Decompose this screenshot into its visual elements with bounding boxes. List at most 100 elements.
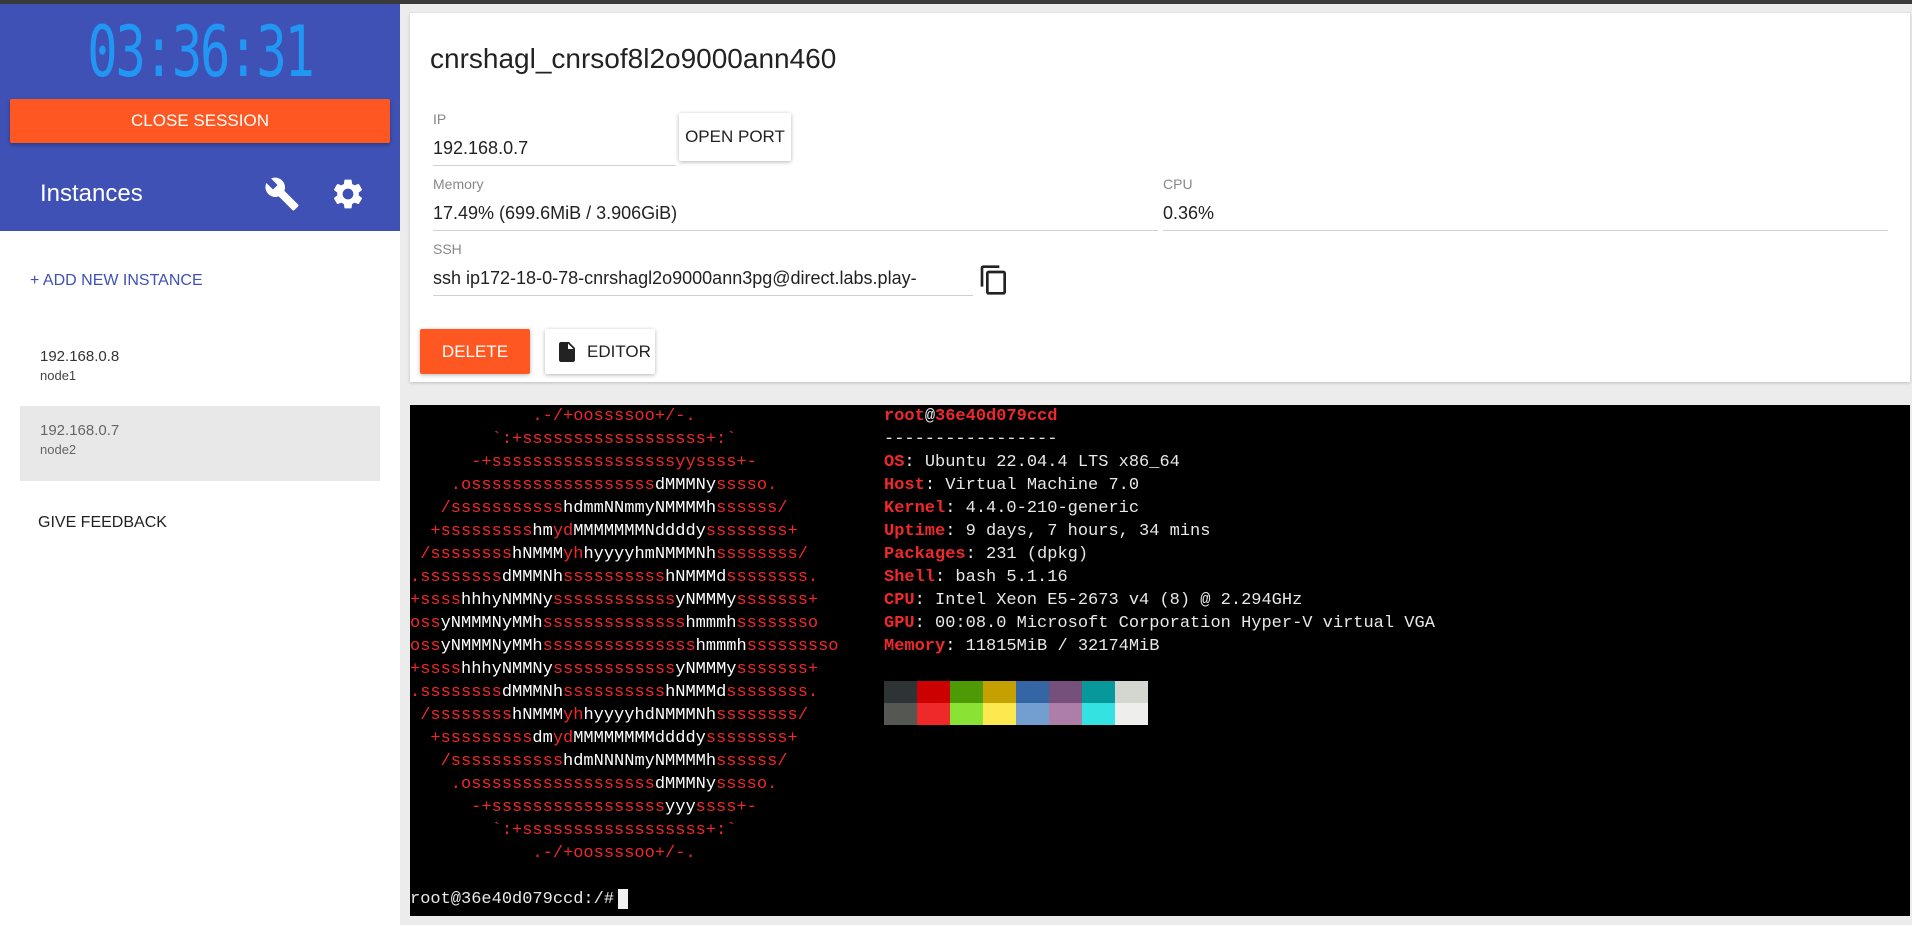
session-timer: 03:36:31 <box>87 11 315 93</box>
ssh-field[interactable]: ssh ip172-18-0-78-cnrshagl2o9000ann3pg@d… <box>433 268 973 296</box>
ascii-segment: yyy <box>665 798 696 817</box>
ascii-segment: yNMMMy <box>675 660 737 679</box>
editor-button[interactable]: EDITOR <box>545 329 655 374</box>
color-swatch <box>983 703 1016 725</box>
gear-icon[interactable] <box>330 176 366 212</box>
ascii-segment: yNMMMNyMMh <box>440 614 543 633</box>
ascii-segment: yd <box>552 729 574 748</box>
ascii-segment: .-/+oossssoo+/-. <box>410 407 696 426</box>
ascii-segment: /sssssssssss <box>410 499 564 518</box>
sidebar: 03:36:31 CLOSE SESSION Instances + ADD N… <box>0 4 400 925</box>
ascii-line: .-/+oossssoo+/-. <box>410 405 839 428</box>
info-value: 00:08.0 Microsoft Corporation Hyper-V vi… <box>935 614 1435 633</box>
ascii-segment: ssss+- <box>695 798 757 817</box>
ascii-segment: +sssssssss <box>410 729 533 748</box>
ascii-segment: hNMMM <box>512 545 564 564</box>
info-colon: : <box>924 476 946 495</box>
info-colon: : <box>914 591 936 610</box>
ascii-segment: ssssssso <box>736 614 819 633</box>
file-icon <box>555 339 579 370</box>
instance-item-node1[interactable]: 192.168.0.8 node1 <box>20 332 380 407</box>
ascii-line: +sssshhhyNMMNyssssssssssssyNMMMysssssss+ <box>410 589 839 612</box>
info-key: Kernel <box>884 499 946 518</box>
delete-button[interactable]: DELETE <box>420 329 530 374</box>
ascii-segment: .-/+oossssoo+/-. <box>410 844 696 863</box>
ascii-segment: hNMMMd <box>665 683 727 702</box>
ascii-segment: .ssssssss <box>410 683 502 702</box>
ssh-label: SSH <box>433 241 462 257</box>
info-key: Uptime <box>884 522 946 541</box>
ascii-segment: ssssssssss <box>563 683 666 702</box>
user-name: root <box>884 407 925 426</box>
give-feedback-link[interactable]: GIVE FEEDBACK <box>38 514 167 532</box>
ascii-line: ossyNMMMNyMMhsssssssssssssshmmmhssssssso <box>410 612 839 635</box>
color-swatch <box>1016 681 1049 703</box>
wrench-icon[interactable] <box>264 176 300 212</box>
ascii-segment: hhhyNMMNy <box>461 660 553 679</box>
color-swatch <box>917 703 950 725</box>
close-session-button[interactable]: CLOSE SESSION <box>10 99 390 143</box>
info-line: Uptime: 9 days, 7 hours, 34 mins <box>884 520 1435 543</box>
ascii-segment: sssso. <box>716 476 778 495</box>
info-key: Packages <box>884 545 966 564</box>
ascii-segment: -+ssssssssssssssssssyyssss+- <box>410 453 757 472</box>
ascii-line: /sssssssshNMMMyhhyyyyhmNMMMNhssssssss/ <box>410 543 839 566</box>
instance-name: node2 <box>40 442 77 457</box>
ascii-line: ossyNMMMNyMMhssssssssssssssshmmmhsssssss… <box>410 635 839 658</box>
ascii-segment: hdmNNNNmyNMMMMh <box>563 752 717 771</box>
info-value: 4.4.0-210-generic <box>965 499 1140 518</box>
ascii-segment: ssssssss. <box>726 568 819 587</box>
color-palette <box>884 681 1148 725</box>
ascii-segment: hmmmh <box>685 614 737 633</box>
info-line: Kernel: 4.4.0-210-generic <box>884 497 1435 520</box>
instance-ip: 192.168.0.8 <box>40 348 120 365</box>
color-swatch <box>884 681 917 703</box>
info-value: bash 5.1.16 <box>955 568 1068 587</box>
ascii-line: .ossssssssssssssssssdMMMNysssso. <box>410 773 839 796</box>
instance-ip: 192.168.0.7 <box>40 422 120 439</box>
open-port-button[interactable]: OPEN PORT <box>679 113 791 161</box>
memory-field: 17.49% (699.6MiB / 3.906GiB) <box>433 203 1158 231</box>
terminal-prompt[interactable]: root@36e40d079ccd:/# <box>410 888 629 911</box>
color-swatch <box>1016 703 1049 725</box>
ascii-segment: hmmmh <box>695 637 747 656</box>
info-value: Intel Xeon E5-2673 v4 (8) @ 2.294GHz <box>935 591 1303 610</box>
info-value: Ubuntu 22.04.4 LTS x86_64 <box>924 453 1180 472</box>
ascii-logo: .-/+oossssoo+/-. `:+ssssssssssssssssss+:… <box>410 405 839 865</box>
instance-item-node2[interactable]: 192.168.0.7 node2 <box>20 406 380 481</box>
prompt-text: root@36e40d079ccd:/# <box>410 890 615 909</box>
copy-icon[interactable] <box>978 264 1010 296</box>
ascii-segment: sssso. <box>716 775 778 794</box>
info-line: GPU: 00:08.0 Microsoft Corporation Hyper… <box>884 612 1435 635</box>
ascii-segment: ssssssss+ <box>705 729 798 748</box>
terminal-cursor <box>618 888 629 909</box>
ascii-segment: hNMMMd <box>665 568 727 587</box>
ascii-segment: ssssss/ <box>716 499 788 518</box>
ascii-segment: ssssss/ <box>716 752 788 771</box>
cpu-label: CPU <box>1163 176 1193 192</box>
info-key: Host <box>884 476 925 495</box>
ascii-segment: +ssss <box>410 591 462 610</box>
color-swatch <box>1115 703 1148 725</box>
color-swatch <box>1082 681 1115 703</box>
ascii-segment: yh <box>563 545 584 564</box>
ascii-segment: dMMMNy <box>654 775 717 794</box>
ascii-segment: +ssss <box>410 660 462 679</box>
instance-card: cnrshagl_cnrsof8l2o9000ann460 IP 192.168… <box>410 13 1910 382</box>
ascii-line: -+sssssssssssssssssyyyssss+- <box>410 796 839 819</box>
ascii-segment: +sssssssss <box>410 522 533 541</box>
ascii-segment: dm <box>532 729 553 748</box>
ascii-segment: hyyyyhdNMMMNh <box>583 706 717 725</box>
info-line: Packages: 231 (dpkg) <box>884 543 1435 566</box>
info-colon: : <box>945 637 966 656</box>
ip-field[interactable]: 192.168.0.7 <box>433 138 676 166</box>
color-swatch <box>1049 681 1082 703</box>
info-value: 231 (dpkg) <box>986 545 1089 564</box>
ascii-segment: ssssssss/ <box>716 706 808 725</box>
color-swatch <box>884 703 917 725</box>
info-key: OS <box>884 453 905 472</box>
add-new-instance-link[interactable]: + ADD NEW INSTANCE <box>30 272 203 290</box>
terminal[interactable]: .-/+oossssoo+/-. `:+ssssssssssssssssss+:… <box>410 405 1910 916</box>
ascii-segment: ssssssss. <box>726 683 819 702</box>
info-key: Shell <box>884 568 936 587</box>
